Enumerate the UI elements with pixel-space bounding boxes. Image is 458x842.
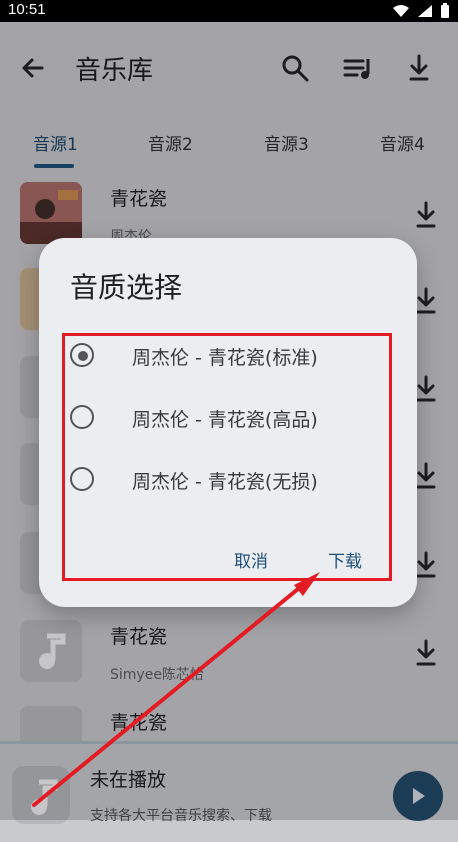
option-label: 周杰伦 - 青花瓷(标准) [132,347,318,369]
dialog-title: 音质选择 [70,271,183,304]
cellular-signal-icon [418,5,432,17]
radio-selected-icon[interactable] [70,343,94,367]
quality-dialog: 音质选择 周杰伦 - 青花瓷(标准) 周杰伦 - 青花瓷(高品) 周杰伦 - 青… [39,238,417,607]
option-label: 周杰伦 - 青花瓷(无损) [132,471,318,493]
quality-option-high[interactable]: 周杰伦 - 青花瓷(高品) [70,396,400,440]
radio-unselected-icon[interactable] [70,467,94,491]
status-time: 10:51 [8,1,46,18]
quality-option-standard[interactable]: 周杰伦 - 青花瓷(标准) [70,334,400,378]
battery-icon [441,3,449,18]
wifi-icon [393,5,409,17]
quality-option-lossless[interactable]: 周杰伦 - 青花瓷(无损) [70,458,400,502]
option-label: 周杰伦 - 青花瓷(高品) [132,409,318,431]
radio-unselected-icon[interactable] [70,405,94,429]
status-icons [392,3,450,19]
download-button[interactable]: 下载 [328,547,362,572]
status-bar: 10:51 [0,0,458,22]
cancel-button[interactable]: 取消 [234,547,268,572]
